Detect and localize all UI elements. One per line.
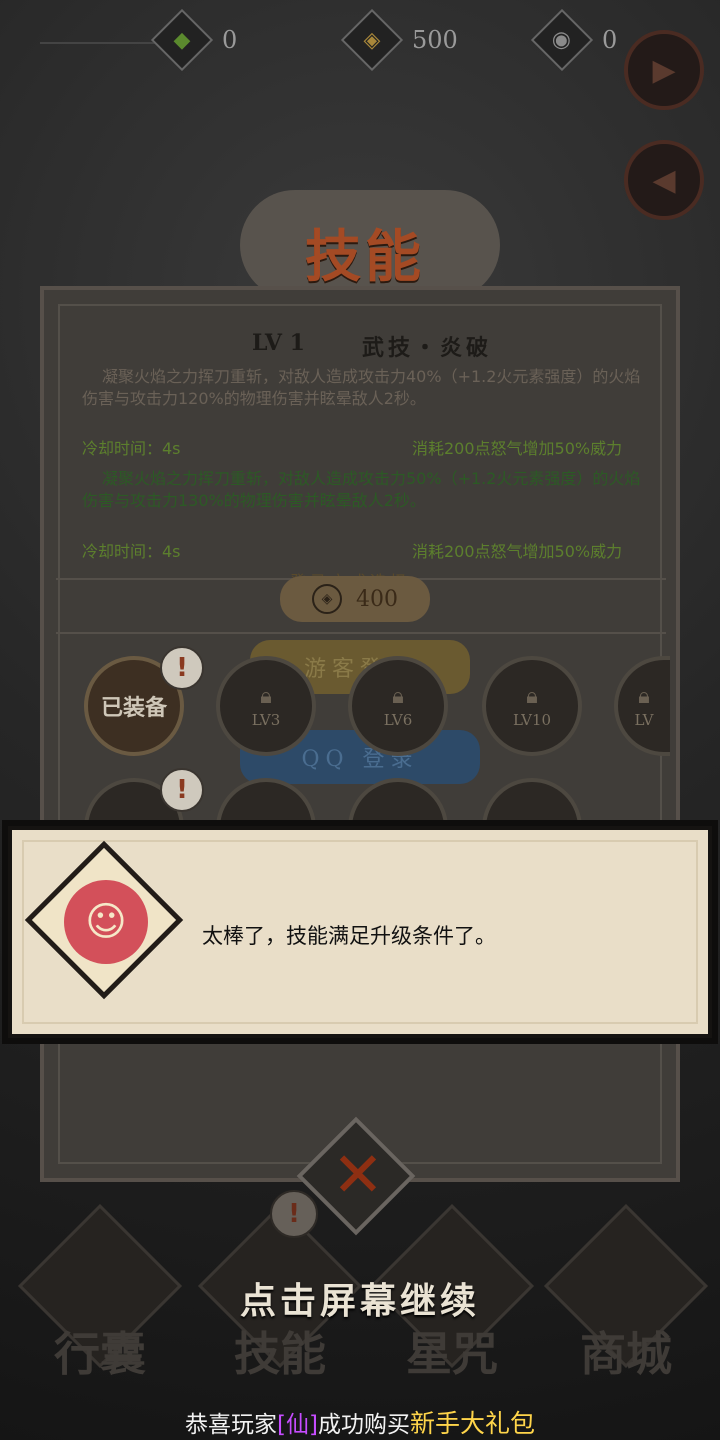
video-play-icon: ▶ <box>652 52 676 88</box>
skill-slot-locked[interactable]: 🔒︎ LV3 <box>216 656 316 756</box>
cooldown-current: 冷却时间：4s <box>82 439 181 458</box>
skill-description-next: 凝聚火焰之力挥刀重斩，对敌人造成攻击力50%（+1.2火元素强度）的火焰伤害与攻… <box>82 469 641 510</box>
purchase-announcement: 恭喜玩家[仙]成功购买新手大礼包 <box>0 1404 720 1440</box>
panel-title: 技能 <box>305 224 425 290</box>
skill-slot-locked[interactable]: 🔒︎ LV10 <box>482 656 582 756</box>
lock-icon: 🔒︎ <box>638 683 650 709</box>
megaphone-button[interactable]: ◀ <box>624 140 704 220</box>
alert-badge-icon: ! <box>160 646 204 690</box>
red-monkey-portrait-icon: ☺ <box>64 880 148 964</box>
announce-player: [仙] <box>277 1412 318 1438</box>
lock-icon: 🔒︎ <box>260 683 272 709</box>
unlock-level: LV6 <box>383 710 413 729</box>
silver-swirl-icon: ◉ <box>530 8 594 72</box>
lock-icon: 🔒︎ <box>526 683 538 709</box>
unlock-level: LV <box>634 710 654 729</box>
unlock-level: LV3 <box>251 710 281 729</box>
currency-spirit-value: 0 <box>222 26 238 54</box>
currency-gold: ◈ 500 <box>340 8 458 72</box>
nav-bag-label: 行囊 <box>54 1327 146 1381</box>
equipped-label: 已装备 <box>100 695 167 721</box>
nav-star-spell-label: 星咒 <box>406 1327 498 1381</box>
tap-to-continue[interactable]: 点击屏幕继续 <box>0 1272 720 1324</box>
dialog-text: 太棒了，技能满足升级条件了。 <box>202 924 496 948</box>
currency-spirit: ◆ 0 <box>150 8 238 72</box>
announce-middle: 成功购买 <box>317 1412 410 1438</box>
rage-cost-next: 消耗200点怒气增加50%威力 <box>412 542 623 561</box>
nav-skill-label: 技能 <box>234 1327 326 1381</box>
green-flame-icon: ◆ <box>150 8 214 72</box>
currency-silver-value: 0 <box>602 26 618 54</box>
skill-level: LV 1 <box>252 330 305 356</box>
video-play-button[interactable]: ▶ <box>624 30 704 110</box>
nav-shop-label: 商城 <box>580 1327 672 1381</box>
cooldown-next: 冷却时间：4s <box>82 542 181 561</box>
unlock-level: LV10 <box>512 710 552 729</box>
gold-coin-icon: ◈ <box>312 584 342 614</box>
announce-item: 新手大礼包 <box>409 1409 535 1438</box>
close-icon: ✕ <box>332 1138 384 1211</box>
skill-description-current: 凝聚火焰之力挥刀重斩，对敌人造成攻击力40%（+1.2火元素强度）的火焰伤害与攻… <box>82 367 641 408</box>
megaphone-icon: ◀ <box>652 162 676 198</box>
upgrade-cost: 400 <box>356 586 398 612</box>
alert-badge-icon: ! <box>160 768 204 812</box>
currency-silver: ◉ 0 <box>530 8 618 72</box>
skill-name: 武技・炎破 <box>362 335 493 361</box>
lock-icon: 🔒︎ <box>392 683 404 709</box>
upgrade-button[interactable]: ◈ 400 <box>280 576 430 622</box>
alert-badge-icon: ! <box>270 1190 318 1238</box>
gold-coin-icon: ◈ <box>340 8 404 72</box>
panel-divider-bottom <box>56 632 666 634</box>
currency-gold-value: 500 <box>412 26 458 54</box>
announce-prefix: 恭喜玩家 <box>185 1412 278 1438</box>
rage-cost-current: 消耗200点怒气增加50%威力 <box>412 439 623 458</box>
skill-slot-locked[interactable]: 🔒︎ LV6 <box>348 656 448 756</box>
